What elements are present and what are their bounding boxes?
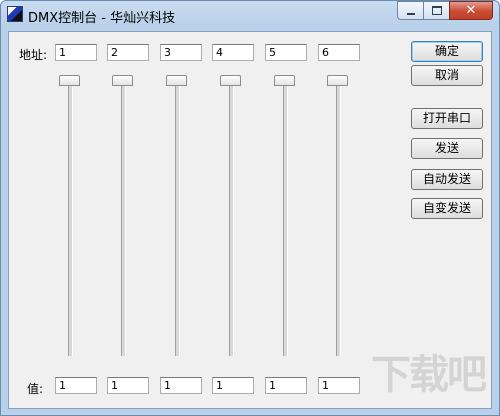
maximize-button[interactable] <box>423 1 449 20</box>
dmx-console-window: DMX控制台 - 华灿兴科技 ✕ 地址: 1 2 3 4 5 6 值: 1 1 … <box>0 0 500 416</box>
app-icon <box>7 6 23 22</box>
caption-buttons: ✕ <box>397 1 493 20</box>
value-field-1[interactable]: 1 <box>55 377 97 394</box>
channel-slider-track-4[interactable] <box>229 80 234 356</box>
channel-slider-track-5[interactable] <box>283 80 288 356</box>
channel-slider-track-2[interactable] <box>121 80 126 356</box>
ok-button[interactable]: 确定 <box>411 41 483 62</box>
address-field-6[interactable]: 6 <box>318 44 360 61</box>
value-field-5[interactable]: 1 <box>265 377 307 394</box>
dialog-client-area: 地址: 1 2 3 4 5 6 值: 1 1 1 1 1 1 确定 取消 打开串… <box>8 31 492 409</box>
value-field-4[interactable]: 1 <box>212 377 254 394</box>
value-field-3[interactable]: 1 <box>160 377 202 394</box>
auto-send-button[interactable]: 自动发送 <box>411 169 483 190</box>
value-field-6[interactable]: 1 <box>318 377 360 394</box>
minimize-button[interactable] <box>397 1 423 20</box>
address-field-2[interactable]: 2 <box>107 44 149 61</box>
channel-slider-thumb-3[interactable] <box>166 75 187 86</box>
cancel-button[interactable]: 取消 <box>411 65 483 86</box>
title-bar[interactable]: DMX控制台 - 华灿兴科技 ✕ <box>1 1 499 29</box>
window-title: DMX控制台 - 华灿兴科技 <box>28 11 176 26</box>
channel-slider-thumb-6[interactable] <box>327 75 348 86</box>
channel-slider-thumb-5[interactable] <box>274 75 295 86</box>
open-serial-port-button[interactable]: 打开串口 <box>411 108 483 129</box>
channel-slider-track-3[interactable] <box>175 80 180 356</box>
value-field-2[interactable]: 1 <box>107 377 149 394</box>
minimize-icon <box>406 12 415 15</box>
value-label: 值: <box>27 382 44 396</box>
close-button[interactable]: ✕ <box>449 1 493 20</box>
send-button[interactable]: 发送 <box>411 138 483 159</box>
close-icon: ✕ <box>465 3 477 18</box>
channel-slider-track-6[interactable] <box>336 80 341 356</box>
channel-slider-thumb-1[interactable] <box>59 75 80 86</box>
address-label: 地址: <box>19 48 48 62</box>
channel-slider-track-1[interactable] <box>68 80 73 356</box>
maximize-icon <box>431 6 442 15</box>
address-field-4[interactable]: 4 <box>212 44 254 61</box>
address-field-3[interactable]: 3 <box>160 44 202 61</box>
auto-change-send-button[interactable]: 自变发送 <box>411 198 483 219</box>
address-field-5[interactable]: 5 <box>265 44 307 61</box>
channel-slider-thumb-4[interactable] <box>220 75 241 86</box>
address-field-1[interactable]: 1 <box>55 44 97 61</box>
channel-slider-thumb-2[interactable] <box>112 75 133 86</box>
site-watermark: 下载吧 <box>371 352 487 398</box>
